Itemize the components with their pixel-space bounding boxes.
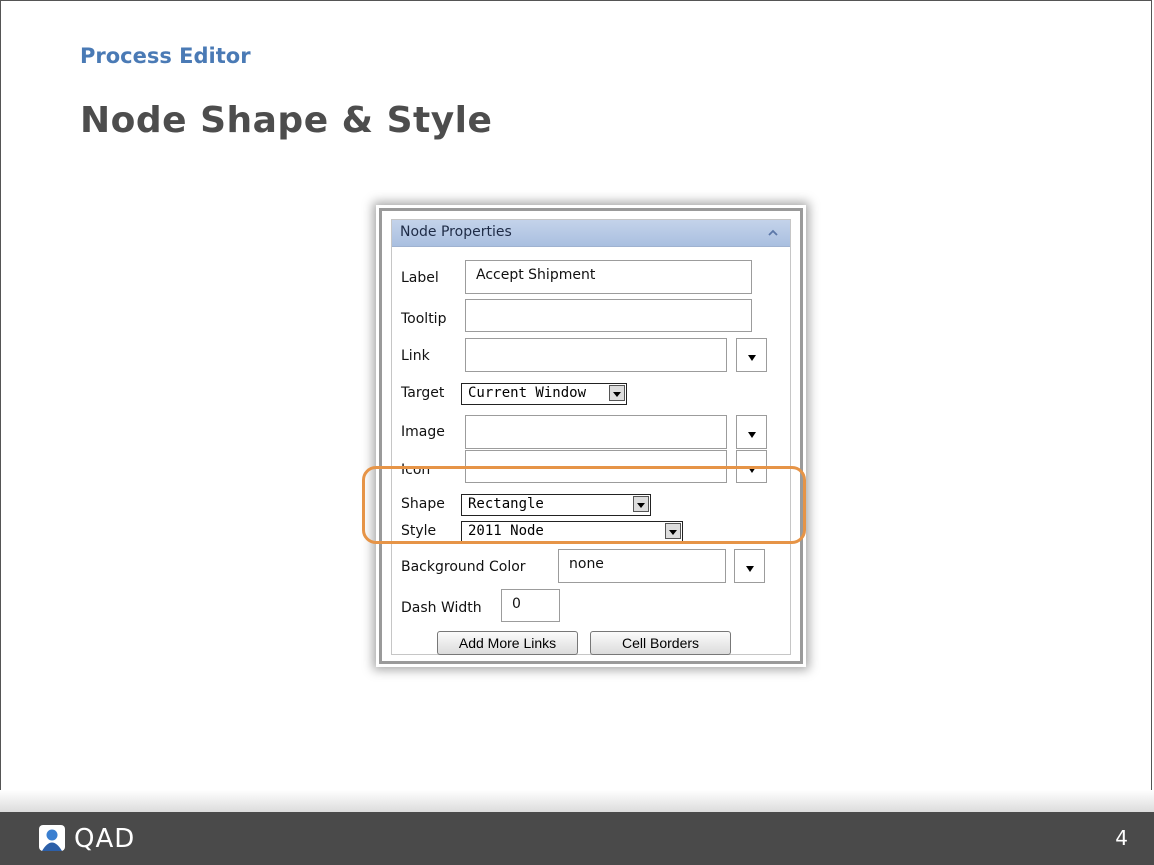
shape-style-highlight [362, 466, 806, 544]
chevron-up-icon[interactable] [766, 226, 780, 240]
link-input[interactable] [465, 338, 727, 372]
add-more-links-button[interactable]: Add More Links [437, 631, 578, 655]
footer-bar: QAD 4 [0, 812, 1154, 865]
tooltip-field-label: Tooltip [401, 311, 447, 327]
target-select-value: Current Window [468, 385, 587, 401]
label-field-label: Label [401, 270, 439, 286]
link-dropdown-button[interactable] [736, 338, 767, 372]
target-field-label: Target [401, 385, 445, 401]
footer-fade [0, 790, 1154, 812]
panel-header[interactable]: Node Properties [392, 220, 790, 247]
target-select-button[interactable] [609, 385, 625, 401]
image-input[interactable] [465, 415, 727, 449]
image-field-label: Image [401, 424, 445, 440]
footer-logo-text: QAD [74, 824, 136, 854]
label-input[interactable]: Accept Shipment [465, 260, 752, 294]
page-number: 4 [1115, 826, 1128, 850]
panel-body: Node Properties Label Accept Shipment To… [391, 219, 791, 655]
chevron-down-icon [747, 432, 756, 438]
dash-width-input[interactable]: 0 [501, 589, 560, 622]
dash-width-field-label: Dash Width [401, 600, 482, 616]
section-title: Process Editor [80, 44, 251, 68]
image-dropdown-button[interactable] [736, 415, 767, 449]
slide-heading: Node Shape & Style [80, 100, 493, 141]
background-color-dropdown-button[interactable] [734, 549, 765, 583]
background-color-input[interactable]: none [558, 549, 726, 583]
chevron-down-icon [613, 392, 621, 397]
chevron-down-icon [745, 566, 754, 572]
link-field-label: Link [401, 348, 430, 364]
tooltip-input[interactable] [465, 299, 752, 332]
panel-title: Node Properties [400, 224, 512, 240]
target-select[interactable]: Current Window [461, 383, 627, 405]
cell-borders-button[interactable]: Cell Borders [590, 631, 731, 655]
node-properties-panel: Node Properties Label Accept Shipment To… [379, 208, 803, 664]
background-color-field-label: Background Color [401, 559, 526, 575]
chevron-down-icon [747, 355, 756, 361]
qad-logo-icon [39, 825, 65, 851]
